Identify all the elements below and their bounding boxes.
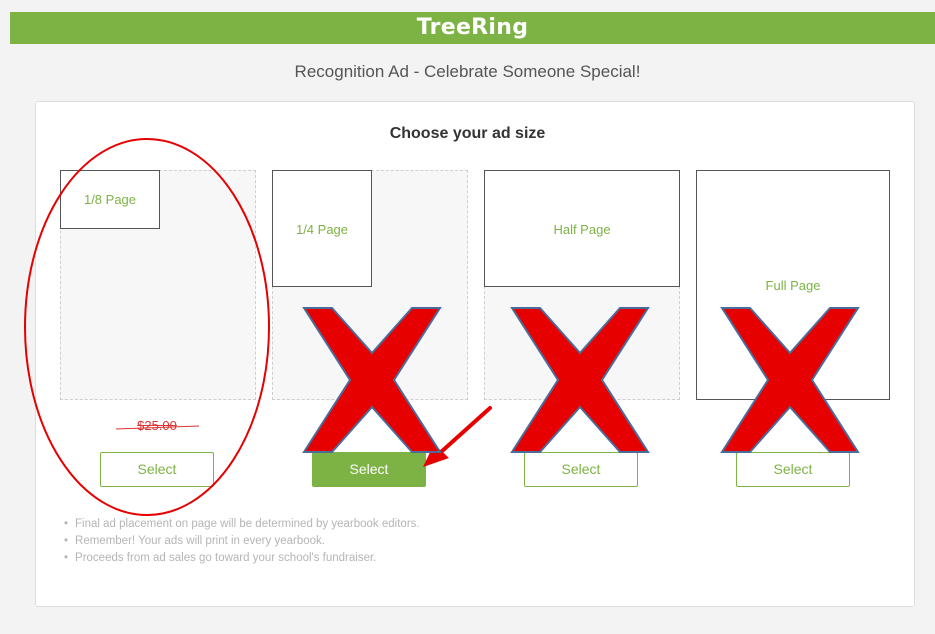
select-button-half[interactable]: Select bbox=[524, 452, 638, 487]
page-subtitle: Recognition Ad - Celebrate Someone Speci… bbox=[294, 62, 641, 81]
note-item: Final ad placement on page will be deter… bbox=[64, 516, 420, 533]
ad-size-label: 1/8 Page bbox=[83, 192, 137, 207]
ad-size-half[interactable]: Half Page bbox=[484, 170, 680, 287]
panel-heading: Choose your ad size bbox=[389, 125, 546, 142]
select-button-eighth[interactable]: Select bbox=[100, 452, 214, 487]
note-item: Proceeds from ad sales go toward your sc… bbox=[64, 550, 420, 567]
select-button-full[interactable]: Select bbox=[736, 452, 850, 487]
ad-size-label: Half Page bbox=[553, 222, 611, 237]
ad-size-full[interactable]: Full Page bbox=[696, 170, 890, 400]
ad-size-label: 1/4 Page bbox=[295, 222, 349, 237]
ad-size-eighth[interactable]: 1/8 Page bbox=[60, 170, 160, 229]
header-bar: TreeRing bbox=[10, 12, 935, 44]
notes-list: Final ad placement on page will be deter… bbox=[64, 516, 420, 567]
select-button-quarter[interactable]: Select bbox=[312, 452, 426, 487]
note-item: Remember! Your ads will print in every y… bbox=[64, 533, 420, 550]
treering-logo[interactable]: TreeRing bbox=[10, 15, 935, 40]
ad-size-quarter[interactable]: 1/4 Page bbox=[272, 170, 372, 287]
ad-size-label: Full Page bbox=[765, 278, 821, 293]
